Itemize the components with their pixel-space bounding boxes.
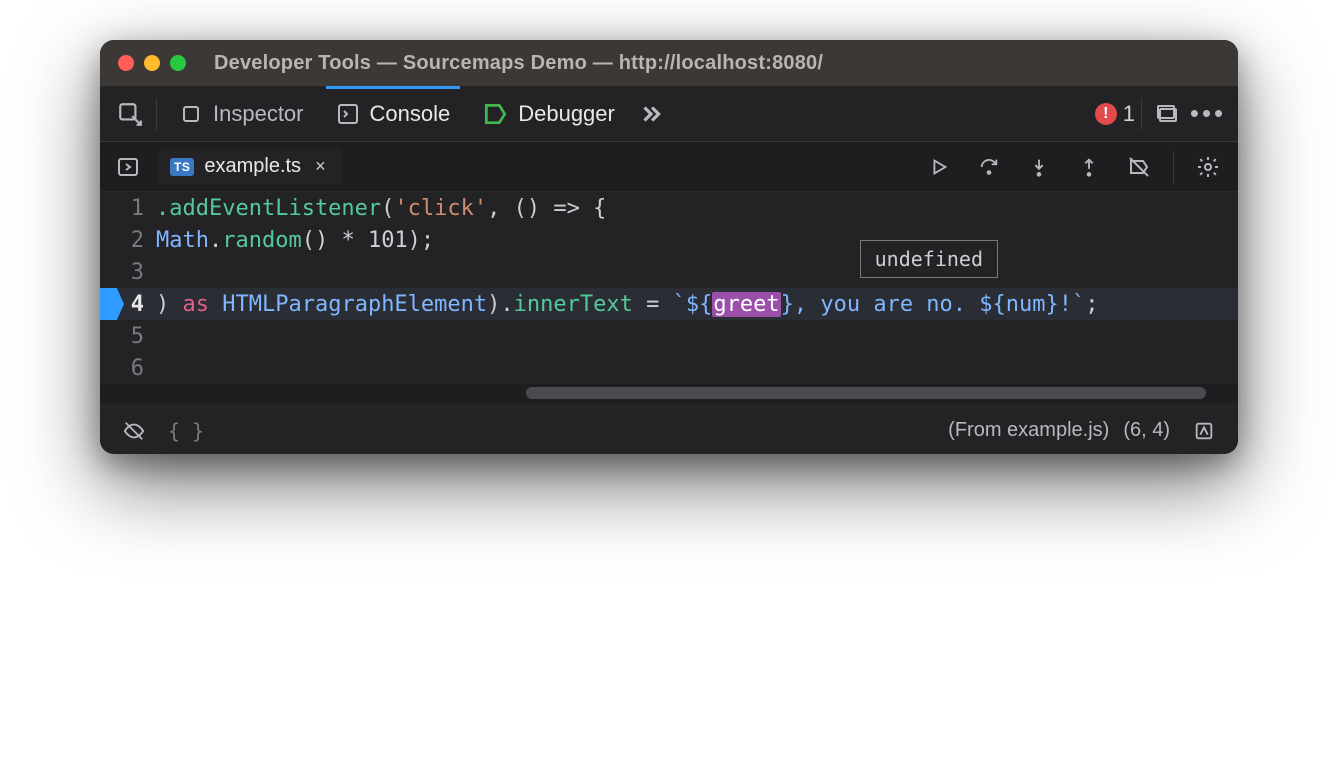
line-number: 3 <box>100 260 156 285</box>
tab-debugger[interactable]: Debugger <box>466 86 631 141</box>
scrollbar-thumb[interactable] <box>526 387 1206 399</box>
debug-controls <box>917 148 1230 186</box>
statusbar: { } (From example.js) (6, 4) <box>100 406 1238 454</box>
pick-element-icon[interactable] <box>110 101 150 127</box>
blackbox-icon[interactable] <box>114 420 154 442</box>
sources-panel-icon[interactable] <box>108 155 148 179</box>
code-line: 6 <box>100 352 1238 384</box>
settings-gear-icon[interactable] <box>1186 148 1230 186</box>
tab-console[interactable]: Console <box>320 86 467 141</box>
resume-icon[interactable] <box>917 148 961 186</box>
value-tooltip: undefined <box>860 240 998 278</box>
deactivate-breakpoints-icon[interactable] <box>1117 148 1161 186</box>
devtools-window: Developer Tools — Sourcemaps Demo — http… <box>100 40 1238 454</box>
code-line: 3 <box>100 256 1238 288</box>
code-line: 5 <box>100 320 1238 352</box>
window-title: Developer Tools — Sourcemaps Demo — http… <box>214 52 823 75</box>
hover-target[interactable]: greet <box>712 292 780 317</box>
tab-debugger-label: Debugger <box>518 101 615 127</box>
zoom-window-button[interactable] <box>170 55 186 71</box>
file-tab[interactable]: TS example.ts × <box>158 149 342 184</box>
dock-icon[interactable] <box>1148 102 1188 126</box>
tab-console-label: Console <box>370 101 451 127</box>
code-line: 2 Math.random() * 101); <box>100 224 1238 256</box>
step-over-icon[interactable] <box>967 148 1011 186</box>
debugger-toolbar: TS example.ts × <box>100 142 1238 192</box>
tool-tabs: Inspector Console Debugger ! 1 ••• <box>100 86 1238 142</box>
separator <box>1141 98 1142 130</box>
ts-badge-icon: TS <box>170 158 194 176</box>
close-tab-icon[interactable]: × <box>311 156 330 177</box>
horizontal-scrollbar[interactable] <box>100 384 1238 402</box>
close-window-button[interactable] <box>118 55 134 71</box>
pretty-print-icon[interactable]: { } <box>168 419 204 443</box>
titlebar: Developer Tools — Sourcemaps Demo — http… <box>100 40 1238 86</box>
minimize-window-button[interactable] <box>144 55 160 71</box>
line-number: 2 <box>100 228 156 253</box>
traffic-lights <box>118 55 186 71</box>
error-icon: ! <box>1095 103 1117 125</box>
line-number: 6 <box>100 356 156 381</box>
kebab-menu-icon[interactable]: ••• <box>1188 98 1228 129</box>
error-count: 1 <box>1123 101 1135 127</box>
source-map-icon[interactable] <box>1184 420 1224 442</box>
separator <box>1173 151 1174 183</box>
more-tabs-icon[interactable] <box>631 101 671 127</box>
code-line: 1 .addEventListener('click', () => { <box>100 192 1238 224</box>
step-in-icon[interactable] <box>1017 148 1061 186</box>
cursor-position: (6, 4) <box>1123 419 1170 442</box>
file-name: example.ts <box>204 155 301 178</box>
code-line-current: 4 ) as HTMLParagraphElement).innerText =… <box>100 288 1238 320</box>
tab-inspector[interactable]: Inspector <box>163 86 320 141</box>
line-number: 4 <box>100 292 156 317</box>
source-map-from: (From example.js) <box>948 419 1109 442</box>
step-out-icon[interactable] <box>1067 148 1111 186</box>
line-number: 5 <box>100 324 156 349</box>
line-number: 1 <box>100 196 156 221</box>
code-editor[interactable]: 1 .addEventListener('click', () => { 2 M… <box>100 192 1238 406</box>
separator <box>156 98 157 130</box>
error-indicator[interactable]: ! 1 <box>1095 101 1135 127</box>
tab-inspector-label: Inspector <box>213 101 304 127</box>
